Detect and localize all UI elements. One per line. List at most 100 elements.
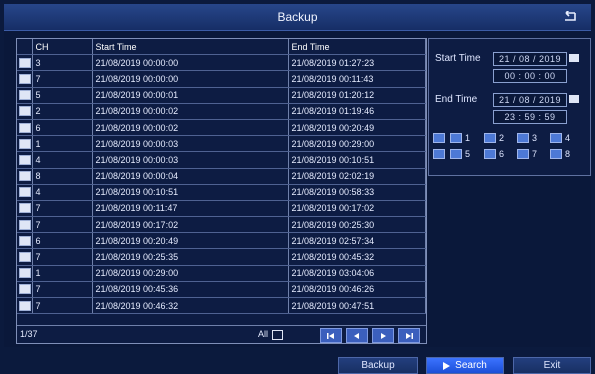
row-select-cell[interactable] [17, 281, 33, 299]
channel-cell: 4 [32, 184, 93, 201]
end-time-field[interactable]: 23 : 59 : 59 [493, 110, 567, 124]
table-row[interactable]: 4 21/08/2019 00:00:03 21/08/2019 00:10:51 [17, 151, 426, 169]
start-time-column-header: Start Time [92, 39, 289, 56]
table-row[interactable]: 7 21/08/2019 00:45:36 21/08/2019 00:46:26 [17, 281, 426, 299]
row-checkbox[interactable] [19, 268, 31, 279]
channel-checkbox[interactable] [450, 149, 462, 159]
channel-cell: 1 [32, 265, 93, 282]
row-select-cell[interactable] [17, 200, 33, 218]
table-row[interactable]: 5 21/08/2019 00:00:01 21/08/2019 01:20:12 [17, 87, 426, 104]
record-table: CH Start Time End Time 3 21/08/2019 00:00… [17, 39, 426, 315]
table-row[interactable]: 3 21/08/2019 00:00:00 21/08/2019 01:27:23 [17, 54, 426, 72]
row-checkbox[interactable] [19, 252, 31, 263]
row-select-cell[interactable] [17, 87, 33, 104]
table-row[interactable]: 6 21/08/2019 00:00:02 21/08/2019 00:20:49 [17, 119, 426, 137]
row-select-cell[interactable] [17, 232, 33, 250]
row-select-cell[interactable] [17, 70, 33, 88]
end-date-field[interactable]: 21 / 08 / 2019 [493, 93, 567, 107]
row-select-cell[interactable] [17, 54, 33, 72]
row-select-cell[interactable] [17, 119, 33, 137]
calendar-icon[interactable] [569, 54, 579, 62]
table-row[interactable]: 7 21/08/2019 00:46:32 21/08/2019 00:47:51 [17, 297, 426, 315]
select-all-checkbox[interactable] [272, 330, 283, 340]
channel-2[interactable]: 2 [484, 133, 504, 143]
channel-checkbox[interactable] [450, 133, 462, 143]
backup-button[interactable]: Backup [338, 357, 418, 374]
row-checkbox[interactable] [19, 203, 31, 214]
end-time-cell: 21/08/2019 00:46:26 [288, 281, 426, 299]
row-checkbox[interactable] [19, 138, 31, 149]
row-select-cell[interactable] [17, 151, 33, 169]
channel-label: 1 [465, 133, 471, 143]
row-checkbox[interactable] [19, 219, 31, 230]
row-checkbox[interactable] [19, 73, 31, 84]
channel-8[interactable]: 8 [550, 149, 570, 159]
table-row[interactable]: 2 21/08/2019 00:00:02 21/08/2019 01:19:46 [17, 103, 426, 120]
row-select-cell[interactable] [17, 184, 33, 201]
row-checkbox[interactable] [19, 171, 31, 182]
row-checkbox[interactable] [19, 106, 31, 117]
start-time-cell: 21/08/2019 00:00:00 [92, 54, 289, 72]
end-time-cell: 21/08/2019 00:47:51 [288, 297, 426, 315]
channel-checkbox[interactable] [484, 133, 496, 143]
table-row[interactable]: 4 21/08/2019 00:10:51 21/08/2019 00:58:33 [17, 184, 426, 201]
channel-4[interactable]: 4 [550, 133, 570, 143]
row-checkbox[interactable] [19, 154, 31, 165]
start-time-cell: 21/08/2019 00:29:00 [92, 265, 289, 282]
row-select-cell[interactable] [17, 216, 33, 234]
end-time-cell: 21/08/2019 01:20:12 [288, 87, 426, 104]
channel-3[interactable]: 3 [517, 133, 537, 143]
row-select-cell[interactable] [17, 168, 33, 185]
search-button[interactable]: Search [426, 357, 504, 374]
channel-checkbox[interactable] [550, 133, 562, 143]
select-all-label: All [258, 329, 269, 339]
channel-select-all-2[interactable] [433, 149, 448, 159]
channel-all-checkbox[interactable] [433, 149, 445, 159]
channel-cell: 7 [32, 70, 93, 88]
channel-checkbox[interactable] [517, 133, 529, 143]
row-select-cell[interactable] [17, 297, 33, 315]
calendar-icon[interactable] [569, 95, 579, 103]
channel-1[interactable]: 1 [450, 133, 470, 143]
start-date-field[interactable]: 21 / 08 / 2019 [493, 52, 567, 66]
exit-button[interactable]: Exit [513, 357, 591, 374]
end-time-cell: 21/08/2019 00:45:32 [288, 248, 426, 266]
channel-checkbox[interactable] [517, 149, 529, 159]
prev-page-button[interactable] [346, 328, 368, 343]
channel-all-checkbox[interactable] [433, 133, 445, 143]
table-row[interactable]: 1 21/08/2019 00:29:00 21/08/2019 03:04:06 [17, 265, 426, 282]
back-button[interactable] [559, 7, 581, 27]
table-row[interactable]: 7 21/08/2019 00:00:00 21/08/2019 00:11:43 [17, 70, 426, 88]
table-row[interactable]: 7 21/08/2019 00:25:35 21/08/2019 00:45:32 [17, 248, 426, 266]
last-page-button[interactable] [398, 328, 420, 343]
end-time-cell: 21/08/2019 02:57:34 [288, 232, 426, 250]
start-time-field[interactable]: 00 : 00 : 00 [493, 69, 567, 83]
pointer-cursor-icon [443, 361, 451, 370]
row-checkbox[interactable] [19, 187, 31, 198]
table-row[interactable]: 6 21/08/2019 00:20:49 21/08/2019 02:57:34 [17, 232, 426, 250]
row-checkbox[interactable] [19, 57, 31, 68]
row-select-cell[interactable] [17, 248, 33, 266]
row-checkbox[interactable] [19, 90, 31, 101]
table-row[interactable]: 8 21/08/2019 00:00:04 21/08/2019 02:02:19 [17, 168, 426, 185]
row-checkbox[interactable] [19, 284, 31, 295]
table-row[interactable]: 1 21/08/2019 00:00:03 21/08/2019 00:29:00 [17, 135, 426, 153]
channel-checkbox[interactable] [550, 149, 562, 159]
row-select-cell[interactable] [17, 135, 33, 153]
next-page-button[interactable] [372, 328, 394, 343]
row-select-cell[interactable] [17, 265, 33, 282]
channel-7[interactable]: 7 [517, 149, 537, 159]
table-row[interactable]: 7 21/08/2019 00:17:02 21/08/2019 00:25:30 [17, 216, 426, 234]
first-page-button[interactable] [320, 328, 342, 343]
row-checkbox[interactable] [19, 300, 31, 311]
channel-5[interactable]: 5 [450, 149, 470, 159]
start-time-cell: 21/08/2019 00:11:47 [92, 200, 289, 218]
row-checkbox[interactable] [19, 122, 31, 133]
row-select-cell[interactable] [17, 103, 33, 120]
channel-label: 5 [465, 149, 471, 159]
table-row[interactable]: 7 21/08/2019 00:11:47 21/08/2019 00:17:02 [17, 200, 426, 218]
channel-checkbox[interactable] [484, 149, 496, 159]
channel-6[interactable]: 6 [484, 149, 504, 159]
row-checkbox[interactable] [19, 235, 31, 246]
channel-select-all[interactable] [433, 133, 448, 143]
